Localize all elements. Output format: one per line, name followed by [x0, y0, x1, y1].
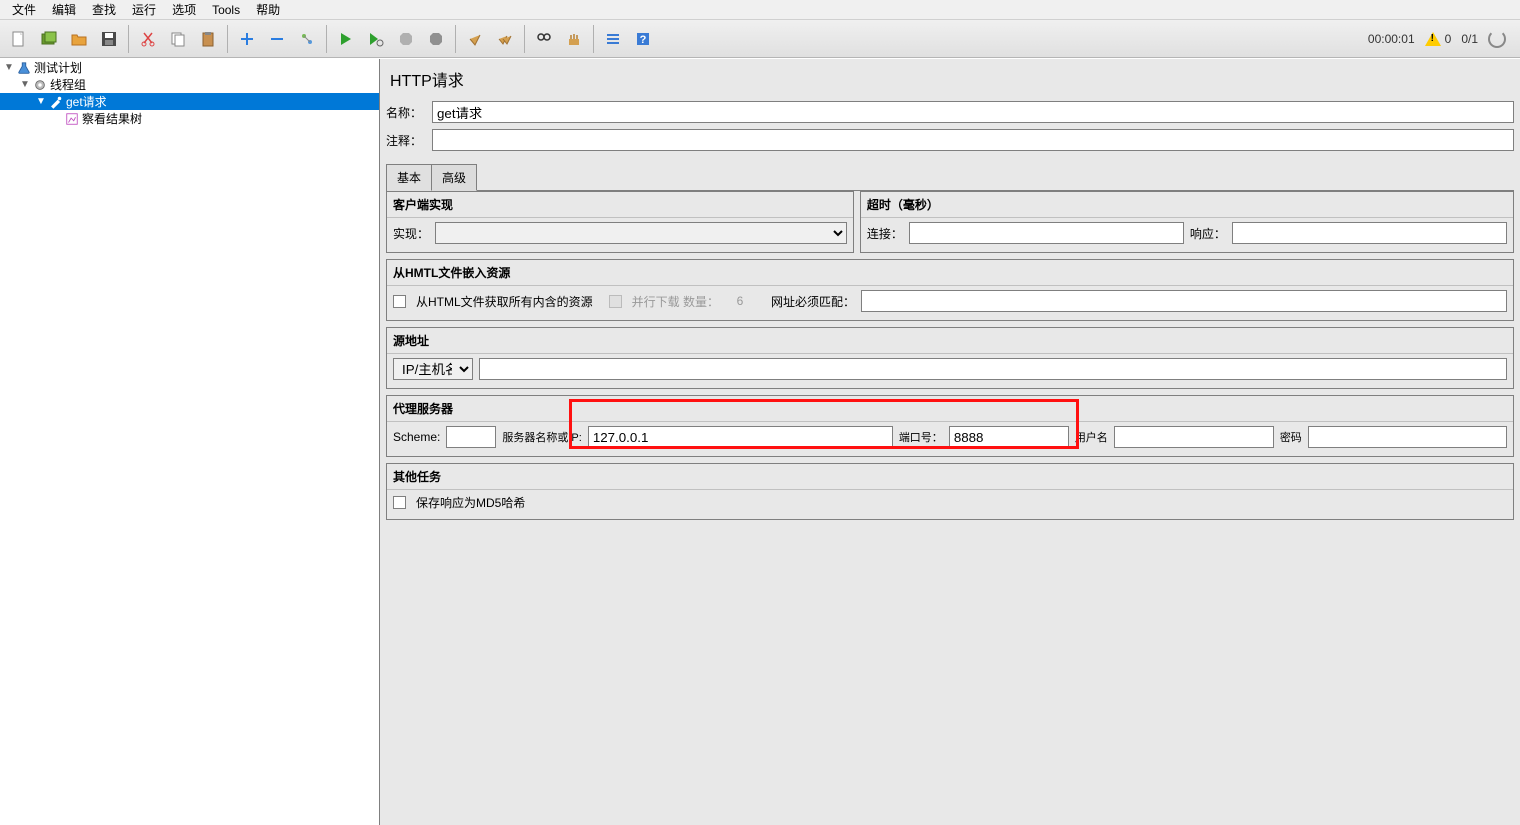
menu-options[interactable]: 选项 — [164, 0, 204, 20]
pipette-icon — [48, 94, 64, 110]
parallel-value: 6 — [725, 294, 755, 308]
connect-input[interactable] — [909, 222, 1184, 244]
other-header: 其他任务 — [387, 464, 1513, 490]
parallel-checkbox — [609, 295, 622, 308]
proxy-pass-input[interactable] — [1308, 426, 1507, 448]
menu-search[interactable]: 查找 — [84, 0, 124, 20]
paste-icon[interactable] — [194, 25, 222, 53]
tab-basic[interactable]: 基本 — [386, 164, 432, 191]
comment-input[interactable] — [432, 129, 1514, 151]
svg-text:?: ? — [640, 34, 647, 46]
menu-tools[interactable]: Tools — [204, 1, 248, 19]
menubar: 文件 编辑 查找 运行 选项 Tools 帮助 — [0, 0, 1520, 20]
elapsed-time: 00:00:01 — [1368, 32, 1415, 46]
proxy-server-input[interactable] — [588, 426, 893, 448]
url-match-label: 网址必须匹配： — [771, 293, 855, 310]
templates-icon[interactable] — [35, 25, 63, 53]
connect-label: 连接： — [867, 225, 903, 242]
name-input[interactable] — [432, 101, 1514, 123]
md5-label: 保存响应为MD5哈希 — [416, 494, 525, 511]
embed-header: 从HMTL文件嵌入资源 — [387, 260, 1513, 286]
gear-icon — [32, 77, 48, 93]
function-helper-icon[interactable] — [599, 25, 627, 53]
timeout-header: 超时（毫秒） — [861, 192, 1513, 218]
content-panel: HTTP请求 名称： 注释： 基本 高级 客户端实现 实现： — [380, 59, 1520, 825]
comment-label: 注释： — [386, 132, 432, 149]
cut-icon[interactable] — [134, 25, 162, 53]
toggle-icon[interactable] — [293, 25, 321, 53]
menu-run[interactable]: 运行 — [124, 0, 164, 20]
parallel-label: 并行下载 数量： — [632, 293, 719, 310]
copy-icon[interactable] — [164, 25, 192, 53]
embed-check-label: 从HTML文件获取所有内含的资源 — [416, 293, 593, 310]
tabs: 基本 高级 — [386, 163, 1514, 191]
url-match-input[interactable] — [861, 290, 1507, 312]
expand-icon[interactable] — [233, 25, 261, 53]
tab-advanced[interactable]: 高级 — [431, 164, 477, 191]
proxy-port-input[interactable] — [949, 426, 1069, 448]
client-impl-header: 客户端实现 — [387, 192, 853, 218]
source-header: 源地址 — [387, 328, 1513, 354]
warning-indicator[interactable]: 0 — [1425, 32, 1452, 46]
stop-icon[interactable] — [392, 25, 420, 53]
thread-count: 0/1 — [1461, 32, 1478, 46]
start-no-timers-icon[interactable] — [362, 25, 390, 53]
clear-icon[interactable] — [461, 25, 489, 53]
start-icon[interactable] — [332, 25, 360, 53]
menu-edit[interactable]: 编辑 — [44, 0, 84, 20]
proxy-pass-label: 密码 — [1280, 429, 1302, 445]
impl-select[interactable] — [435, 222, 847, 244]
response-input[interactable] — [1232, 222, 1507, 244]
scheme-input[interactable] — [446, 426, 496, 448]
menu-file[interactable]: 文件 — [4, 0, 44, 20]
page-title: HTTP请求 — [386, 61, 1514, 101]
embed-checkbox[interactable] — [393, 295, 406, 308]
toolbar: ? 00:00:01 0 0/1 — [0, 20, 1520, 58]
proxy-server-label: 服务器名称或IP: — [502, 429, 581, 445]
flask-icon — [16, 60, 32, 76]
tree-test-plan[interactable]: ▼ 测试计划 — [0, 59, 379, 76]
help-icon[interactable]: ? — [629, 25, 657, 53]
search-icon[interactable] — [530, 25, 558, 53]
scheme-label: Scheme: — [393, 430, 440, 444]
tree-thread-group[interactable]: ▼ 线程组 — [0, 76, 379, 93]
tree-view-results[interactable]: 察看结果树 — [0, 110, 379, 127]
shutdown-icon[interactable] — [422, 25, 450, 53]
tree-panel: ▼ 测试计划 ▼ 线程组 ▼ get请求 察看结果树 — [0, 59, 380, 825]
refresh-icon[interactable] — [1488, 30, 1506, 48]
md5-checkbox[interactable] — [393, 496, 406, 509]
source-input[interactable] — [479, 358, 1507, 380]
clear-all-icon[interactable] — [491, 25, 519, 53]
source-type-select[interactable]: IP/主机名 — [393, 358, 473, 380]
tree-http-request[interactable]: ▼ get请求 — [0, 93, 379, 110]
impl-label: 实现： — [393, 225, 429, 242]
warning-icon — [1425, 32, 1441, 46]
collapse-icon[interactable] — [263, 25, 291, 53]
menu-help[interactable]: 帮助 — [248, 0, 288, 20]
save-icon[interactable] — [95, 25, 123, 53]
results-tree-icon — [64, 111, 80, 127]
response-label: 响应： — [1190, 225, 1226, 242]
new-icon[interactable] — [5, 25, 33, 53]
proxy-user-label: 用户名 — [1075, 429, 1108, 445]
reset-search-icon[interactable] — [560, 25, 588, 53]
proxy-header: 代理服务器 — [387, 396, 1513, 422]
proxy-port-label: 端口号： — [899, 429, 943, 445]
open-icon[interactable] — [65, 25, 93, 53]
proxy-user-input[interactable] — [1114, 426, 1274, 448]
name-label: 名称： — [386, 104, 432, 121]
